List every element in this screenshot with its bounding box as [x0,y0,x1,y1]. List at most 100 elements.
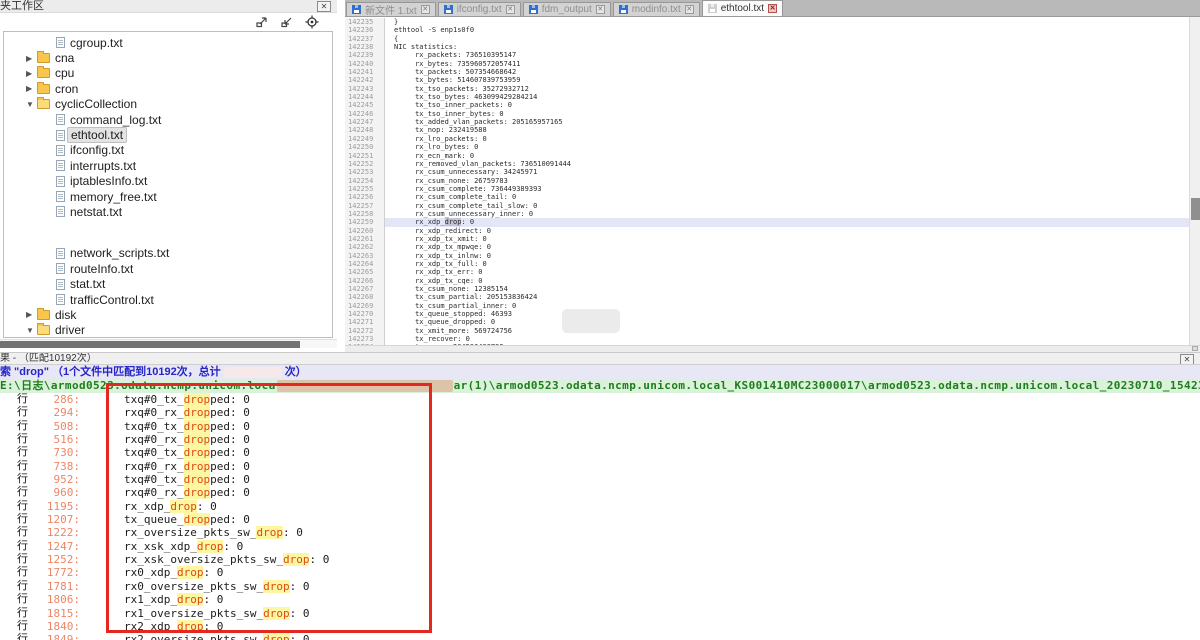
editor-line[interactable]: 142249 rx_lro_packets: 0 [345,135,1189,143]
editor-line[interactable]: 142265 rx_xdp_tx_err: 0 [345,268,1189,276]
editor-line[interactable]: 142235} [345,18,1189,26]
editor-line[interactable]: 142264 rx_xdp_tx_full: 0 [345,260,1189,268]
tree-item-cgroup-txt[interactable]: cgroup.txt [4,35,332,50]
collapse-all-icon[interactable] [280,15,294,29]
editor-line[interactable]: 142258 rx_csum_unnecessary_inner: 0 [345,210,1189,218]
resize-grip-icon[interactable] [1192,346,1198,351]
editor-line[interactable]: 142259 rx_xdp_drop: 0 [345,218,1189,226]
editor-line[interactable]: 142241 tx_packets: 507354668642 [345,68,1189,76]
editor-line[interactable]: 142239 rx_packets: 736510395147 [345,51,1189,59]
editor-line[interactable]: 142251 rx_ecn_mark: 0 [345,152,1189,160]
locate-file-icon[interactable] [305,15,319,29]
tab-ethtool-txt[interactable]: ethtool.txt✕ [702,0,783,16]
editor-line[interactable]: 142243 tx_tso_packets: 35272932712 [345,85,1189,93]
result-row[interactable]: 行960:rxq#0_rx_dropped: 0 [0,486,1200,499]
result-row[interactable]: 行1252:rx_xsk_oversize_pkts_sw_drop: 0 [0,553,1200,566]
search-file-path[interactable]: E:\日志\armod0523.odata.ncmp.unicom.locaar… [0,379,1200,393]
result-row[interactable]: 行1815:rx1_oversize_pkts_sw_drop: 0 [0,607,1200,620]
editor-line[interactable]: 142254 rx_csum_none: 26759783 [345,177,1189,185]
editor-line[interactable]: 142266 rx_xdp_tx_cqe: 0 [345,277,1189,285]
close-icon[interactable]: ✕ [506,5,515,14]
editor-line[interactable]: 142242 tx_bytes: 514607839753959 [345,76,1189,84]
chevron-down-icon[interactable]: ▼ [26,100,37,109]
editor-line[interactable]: 142250 rx_lro_bytes: 0 [345,143,1189,151]
tree-item-iptablesinfo-txt[interactable]: iptablesInfo.txt [4,174,332,189]
workspace-horizontal-scrollbar[interactable] [0,339,337,348]
tree-item-command-log-txt[interactable]: command_log.txt [4,112,332,127]
editor-line[interactable]: 142257 rx_csum_complete_tail_slow: 0 [345,202,1189,210]
tree-item-ifconfig-txt[interactable]: ifconfig.txt [4,143,332,158]
result-row[interactable]: 行1772:rx0_xdp_drop: 0 [0,566,1200,579]
result-row[interactable]: 行1207:tx_queue_dropped: 0 [0,513,1200,526]
result-row[interactable]: 行1222:rx_oversize_pkts_sw_drop: 0 [0,526,1200,539]
close-icon[interactable]: ✕ [768,4,777,13]
tab--1-txt[interactable]: 新文件 1.txt✕ [346,2,436,16]
tree-item-cycliccollection[interactable]: ▼cyclicCollection [4,97,332,112]
result-row[interactable]: 行730:txq#0_tx_dropped: 0 [0,446,1200,459]
tree-item-netstat-txt[interactable]: netstat.txt [4,204,332,219]
tab-modinfo-txt[interactable]: modinfo.txt✕ [613,2,700,16]
chevron-down-icon[interactable]: ▼ [26,326,37,335]
editor-line[interactable]: 142240 rx_bytes: 735960572057411 [345,60,1189,68]
editor-line[interactable]: 142270 tx_queue_stopped: 46393 [345,310,1189,318]
expand-all-icon[interactable] [255,15,269,29]
editor-line[interactable]: 142236ethtool -S enp1s0f0 [345,26,1189,34]
close-icon[interactable]: ✕ [596,5,605,14]
editor-line[interactable]: 142260 rx_xdp_redirect: 0 [345,227,1189,235]
chevron-right-icon[interactable]: ▶ [26,69,37,78]
tree-item-trafficcontrol-txt[interactable]: trafficControl.txt [4,292,332,307]
editor-line[interactable]: 142261 rx_xdp_tx_xmit: 0 [345,235,1189,243]
result-row[interactable]: 行952:txq#0_tx_dropped: 0 [0,473,1200,486]
editor-line[interactable]: 142237{ [345,35,1189,43]
result-row[interactable]: 行1806:rx1_xdp_drop: 0 [0,593,1200,606]
tree-item-driver[interactable]: ▼driver [4,323,332,338]
chevron-right-icon[interactable]: ▶ [26,310,37,319]
tab-fdm-output[interactable]: fdm_output✕ [523,2,611,16]
chevron-right-icon[interactable]: ▶ [26,54,37,63]
editor-line[interactable]: 142238NIC statistics: [345,43,1189,51]
tab-ifconfig-txt[interactable]: ifconfig.txt✕ [438,2,521,16]
chevron-right-icon[interactable]: ▶ [26,84,37,93]
editor-line[interactable]: 142247 tx_added_vlan_packets: 2051659571… [345,118,1189,126]
editor-line[interactable]: 142255 rx_csum_complete: 736449389393 [345,185,1189,193]
editor-line[interactable]: 142271 tx_queue_dropped: 0 [345,318,1189,326]
result-row[interactable]: 行286:txq#0_tx_dropped: 0 [0,393,1200,406]
result-row[interactable]: 行1195:rx_xdp_drop: 0 [0,500,1200,513]
editor-line[interactable]: 142268 tx_csum_partial: 205153836424 [345,293,1189,301]
result-row[interactable]: 行294:rxq#0_rx_dropped: 0 [0,406,1200,419]
result-row[interactable]: 行1247:rx_xsk_xdp_drop: 0 [0,540,1200,553]
editor-line[interactable]: 142273 tx_recover: 0 [345,335,1189,343]
results-close-icon[interactable]: ✕ [1180,354,1194,365]
editor-line[interactable]: 142245 tx_tso_inner_packets: 0 [345,101,1189,109]
tree-item-cpu[interactable]: ▶cpu [4,66,332,81]
tree-item-disk[interactable]: ▶disk [4,307,332,322]
result-row[interactable]: 行1781:rx0_oversize_pkts_sw_drop: 0 [0,580,1200,593]
tree-item-cron[interactable]: ▶cron [4,81,332,96]
close-icon[interactable]: ✕ [421,5,430,14]
editor-line[interactable]: 142244 tx_tso_bytes: 463099429284214 [345,93,1189,101]
result-row[interactable]: 行1840:rx2_xdp_drop: 0 [0,620,1200,633]
editor-line[interactable]: 142272 tx_xmit_more: 569724756 [345,327,1189,335]
tree-item-routeinfo-txt[interactable]: routeInfo.txt [4,261,332,276]
result-row[interactable]: 行508:txq#0_tx_dropped: 0 [0,420,1200,433]
editor-line[interactable]: 142269 tx_csum_partial_inner: 0 [345,302,1189,310]
editor-line[interactable]: 142248 tx_nop: 232419588 [345,126,1189,134]
tree-item-cna[interactable]: ▶cna [4,50,332,65]
scrollbar-thumb[interactable] [1191,198,1200,220]
editor-line[interactable]: 142252 rx_removed_vlan_packets: 73651009… [345,160,1189,168]
editor-line[interactable]: 142253 rx_csum_unnecessary: 34245971 [345,168,1189,176]
workspace-close-icon[interactable]: ✕ [317,1,331,12]
editor-line[interactable]: 142263 rx_xdp_tx_inlnw: 0 [345,252,1189,260]
result-row[interactable]: 行1849:rx2_oversize_pkts_sw_drop: 0 [0,633,1200,640]
scrollbar-thumb[interactable] [0,341,300,348]
editor-line[interactable]: 142267 tx_csum_none: 12385154 [345,285,1189,293]
editor-line[interactable]: 142256 rx_csum_complete_tail: 0 [345,193,1189,201]
result-row[interactable]: 行738:rxq#0_rx_dropped: 0 [0,460,1200,473]
tree-item-memory-free-txt[interactable]: memory_free.txt [4,189,332,204]
editor-content[interactable]: 142235}142236ethtool -S enp1s0f0142237{1… [345,18,1189,345]
tree-item-interrupts-txt[interactable]: interrupts.txt [4,158,332,173]
tree-item-network-scripts-txt[interactable]: network_scripts.txt [4,246,332,261]
result-row[interactable]: 行516:rxq#0_rx_dropped: 0 [0,433,1200,446]
tree-item-ethtool-txt[interactable]: ethtool.txt [4,127,332,142]
editor-line[interactable]: 142262 rx_xdp_tx_mpwqe: 0 [345,243,1189,251]
